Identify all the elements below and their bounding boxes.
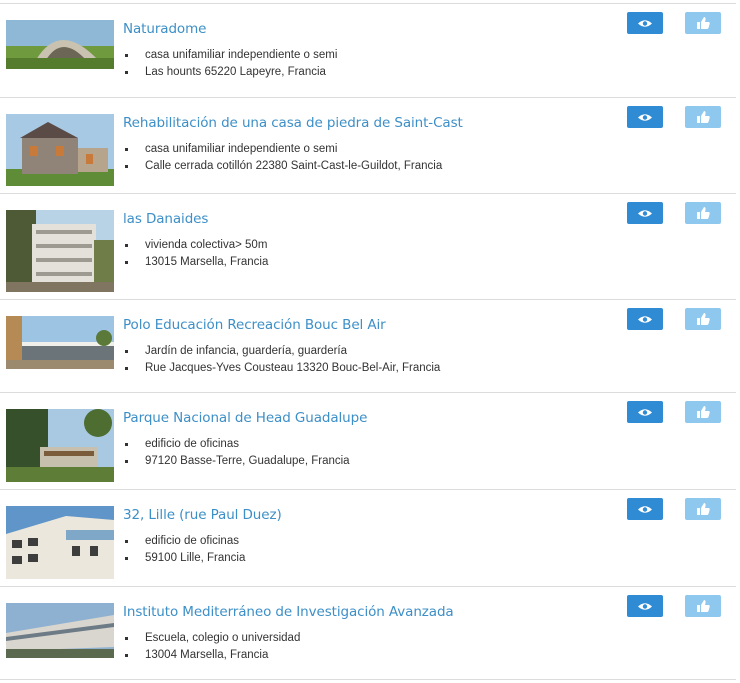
like-button[interactable] [685,308,721,330]
project-title-link[interactable]: Parque Nacional de Head Guadalupe [123,410,367,426]
list-item: 32, Lille (rue Paul Duez) edificio de of… [0,489,736,586]
view-button[interactable] [627,401,663,423]
project-type: casa unifamiliar independiente o semi [123,141,442,158]
project-address: Rue Jacques-Yves Cousteau 13320 Bouc-Bel… [123,360,440,377]
like-button[interactable] [685,401,721,423]
project-address: 13004 Marsella, Francia [123,647,300,664]
eye-icon [638,408,652,416]
project-type: Escuela, colegio o universidad [123,630,300,647]
eye-icon [638,113,652,121]
view-button[interactable] [627,595,663,617]
project-title-link[interactable]: Rehabilitación de una casa de piedra de … [123,115,463,131]
project-details: edificio de oficinas 59100 Lille, Franci… [123,533,245,567]
project-type: vivienda colectiva> 50m [123,237,268,254]
project-details: Escuela, colegio o universidad 13004 Mar… [123,630,300,664]
thumbs-up-icon [696,406,710,418]
project-details: Jardín de infancia, guardería, guardería… [123,343,440,377]
list-item: Polo Educación Recreación Bouc Bel Air J… [0,299,736,392]
dome-house-photo[interactable] [6,20,114,69]
thumbs-up-icon [696,207,710,219]
project-type: edificio de oficinas [123,436,350,453]
park-office-photo[interactable] [6,409,114,482]
project-details: casa unifamiliar independiente o semi La… [123,47,337,81]
thumbs-up-icon [696,313,710,325]
eye-icon [638,19,652,27]
thumbs-up-icon [696,111,710,123]
like-button[interactable] [685,202,721,224]
eye-icon [638,505,652,513]
like-button[interactable] [685,595,721,617]
list-item: Instituto Mediterráneo de Investigación … [0,586,736,680]
project-address: Las hounts 65220 Lapeyre, Francia [123,64,337,81]
project-address: 97120 Basse-Terre, Guadalupe, Francia [123,453,350,470]
thumbs-up-icon [696,17,710,29]
project-address: 59100 Lille, Francia [123,550,245,567]
project-title-link[interactable]: Instituto Mediterráneo de Investigación … [123,604,454,620]
list-item: Rehabilitación de una casa de piedra de … [0,97,736,193]
like-button[interactable] [685,498,721,520]
list-item: las Danaides vivienda colectiva> 50m 130… [0,193,736,299]
thumbs-up-icon [696,600,710,612]
project-type: edificio de oficinas [123,533,245,550]
project-title-link[interactable]: 32, Lille (rue Paul Duez) [123,507,282,523]
project-title-link[interactable]: Polo Educación Recreación Bouc Bel Air [123,317,386,333]
stone-house-photo[interactable] [6,114,114,186]
project-type: Jardín de infancia, guardería, guardería [123,343,440,360]
eye-icon [638,602,652,610]
project-details: vivienda colectiva> 50m 13015 Marsella, … [123,237,268,271]
school-building-photo[interactable] [6,316,114,369]
like-button[interactable] [685,12,721,34]
project-details: casa unifamiliar independiente o semi Ca… [123,141,442,175]
eye-icon [638,315,652,323]
apartment-building-photo[interactable] [6,210,114,292]
project-address: 13015 Marsella, Francia [123,254,268,271]
list-item: Naturadome casa unifamiliar independient… [0,3,736,97]
project-title-link[interactable]: las Danaides [123,211,208,227]
view-button[interactable] [627,308,663,330]
institute-building-photo[interactable] [6,603,114,658]
view-button[interactable] [627,202,663,224]
eye-icon [638,209,652,217]
project-address: Calle cerrada cotillón 22380 Saint-Cast-… [123,158,442,175]
like-button[interactable] [685,106,721,128]
project-details: edificio de oficinas 97120 Basse-Terre, … [123,436,350,470]
project-type: casa unifamiliar independiente o semi [123,47,337,64]
view-button[interactable] [627,106,663,128]
view-button[interactable] [627,498,663,520]
thumbs-up-icon [696,503,710,515]
view-button[interactable] [627,12,663,34]
office-block-photo[interactable] [6,506,114,579]
list-item: Parque Nacional de Head Guadalupe edific… [0,392,736,489]
project-title-link[interactable]: Naturadome [123,21,206,37]
